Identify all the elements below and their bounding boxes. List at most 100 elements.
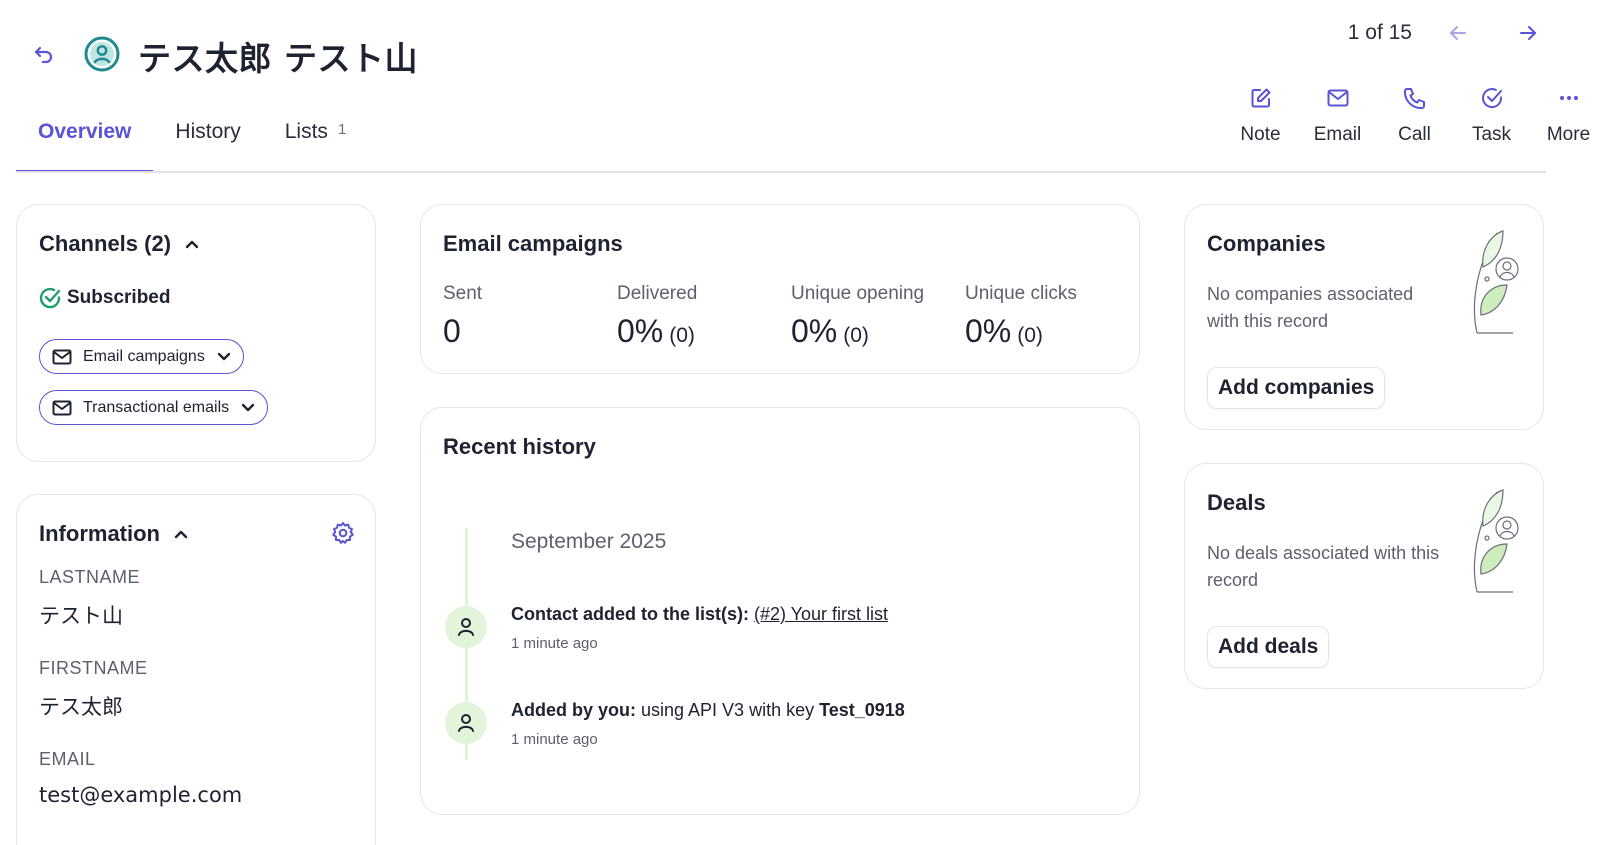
user-icon <box>458 618 474 636</box>
channels-title: Channels (2) <box>39 231 172 256</box>
stat-unique-clicks-value: 0% (0) <box>965 313 1135 350</box>
more-action-label: More <box>1546 124 1591 145</box>
more-action-button[interactable]: More <box>1530 84 1600 146</box>
channel-transactional-emails-dropdown[interactable]: Transactional emails <box>39 390 269 425</box>
field-label-firstname: FIRSTNAME <box>39 658 148 678</box>
mail-icon <box>52 400 72 415</box>
timeline-event-text: Contact added to the list(s): (#2) Your … <box>511 604 888 625</box>
stat-unique-opening: Unique opening 0% (0) <box>791 283 961 350</box>
back-button[interactable] <box>30 40 58 68</box>
stat-unique-opening-label: Unique opening <box>791 283 925 304</box>
call-action-label: Call <box>1398 124 1431 145</box>
companies-card: Companies No companies associated with t… <box>1184 204 1544 430</box>
stat-delivered-count: (0) <box>669 324 695 347</box>
record-header: テス太郎 テスト山 1 of 15 Note Email Call Task M… <box>0 0 1600 176</box>
back-arrow-icon <box>34 46 53 64</box>
task-action-button[interactable]: Task <box>1453 84 1530 146</box>
recent-history-card: Recent history September 2025 Contact ad… <box>420 407 1140 815</box>
record-pager: 1 of 15 <box>1348 18 1548 48</box>
user-icon <box>458 714 474 732</box>
more-dots-icon <box>1558 84 1580 112</box>
task-check-icon <box>1481 84 1503 112</box>
tab-lists-label: Lists <box>284 120 328 143</box>
chevron-up-icon <box>174 530 188 538</box>
check-circle-icon <box>39 287 61 309</box>
channels-card: Channels (2) Subscribed Email campaigns … <box>16 204 376 462</box>
subscription-status-label: Subscribed <box>67 287 171 308</box>
channel-email-campaigns-dropdown[interactable]: Email campaigns <box>39 339 244 374</box>
tab-overview[interactable]: Overview <box>16 108 154 173</box>
stat-sent-number: 0 <box>443 313 461 349</box>
stat-delivered: Delivered 0% (0) <box>617 283 787 350</box>
information-header[interactable]: Information <box>39 521 188 547</box>
phone-icon <box>1403 84 1426 112</box>
stat-sent-value: 0 <box>443 313 613 350</box>
channel-email-campaigns-label: Email campaigns <box>83 347 205 365</box>
contact-name: テス太郎 テスト山 <box>138 39 418 78</box>
task-action-label: Task <box>1471 124 1512 145</box>
arrow-right-icon <box>1520 26 1536 40</box>
email-action-label: Email <box>1313 124 1362 145</box>
stat-unique-clicks-count: (0) <box>1017 324 1043 347</box>
stat-sent: Sent 0 <box>443 283 613 350</box>
tab-lists-count: 1 <box>337 121 347 138</box>
leaf-illustration-icon <box>1473 230 1519 334</box>
field-value-email[interactable]: test@example.com <box>39 783 242 807</box>
event-list-prefix: Contact added to the list(s): <box>511 604 754 624</box>
recent-history-title: Recent history <box>443 434 596 459</box>
stat-unique-clicks: Unique clicks 0% (0) <box>965 283 1135 350</box>
event-added-prefix: Added by you: <box>511 700 636 720</box>
field-label-lastname: LASTNAME <box>39 567 141 587</box>
companies-empty-text: No companies associated with this record <box>1207 284 1414 331</box>
chevron-up-icon <box>185 240 199 248</box>
timeline-event-text: Added by you: using API V3 with key Test… <box>511 700 905 721</box>
stat-unique-clicks-number: 0% <box>965 313 1012 349</box>
chevron-down-icon <box>241 403 255 412</box>
event-list-link[interactable]: (#2) Your first list <box>754 604 888 624</box>
deals-title: Deals <box>1207 490 1266 515</box>
field-label-email: EMAIL <box>39 749 96 769</box>
information-title: Information <box>39 521 160 546</box>
quick-actions: Note Email Call Task More <box>1222 84 1600 146</box>
add-companies-button[interactable]: Add companies <box>1207 367 1386 409</box>
chevron-down-icon <box>217 352 231 361</box>
stat-sent-label: Sent <box>443 283 483 304</box>
timeline-event-time: 1 minute ago <box>511 635 598 652</box>
add-deals-button[interactable]: Add deals <box>1207 626 1330 668</box>
note-edit-icon <box>1250 84 1272 112</box>
email-campaigns-card: Email campaigns Sent 0 Delivered 0% (0) U… <box>420 204 1140 374</box>
stat-delivered-value: 0% (0) <box>617 313 787 350</box>
contact-avatar-icon <box>84 36 120 72</box>
field-value-lastname[interactable]: テスト山 <box>39 600 123 630</box>
tab-history-label: History <box>175 120 241 143</box>
tab-history[interactable]: History <box>153 108 262 172</box>
field-value-firstname[interactable]: テス太郎 <box>39 691 123 721</box>
call-action-button[interactable]: Call <box>1376 84 1453 146</box>
subscription-status: Subscribed <box>39 287 170 309</box>
stat-unique-opening-value: 0% (0) <box>791 313 961 350</box>
timeline-event-icon <box>445 702 487 744</box>
gear-icon <box>332 522 354 544</box>
record-tabs: Overview History Lists 1 <box>16 108 369 173</box>
tab-lists[interactable]: Lists 1 <box>263 108 369 172</box>
stat-unique-opening-number: 0% <box>791 313 838 349</box>
email-campaigns-title: Email campaigns <box>443 231 623 256</box>
information-settings-button[interactable] <box>331 521 355 550</box>
information-card: Information LASTNAME テスト山 FIRSTNAME テス太郎… <box>16 494 376 845</box>
timeline-event-icon <box>445 606 487 648</box>
note-action-button[interactable]: Note <box>1222 84 1299 146</box>
email-action-button[interactable]: Email <box>1299 84 1376 146</box>
timeline-month: September 2025 <box>511 530 667 553</box>
stat-unique-clicks-label: Unique clicks <box>965 283 1077 304</box>
mail-icon <box>1327 84 1349 112</box>
stat-delivered-label: Delivered <box>617 283 698 304</box>
event-added-middle: using API V3 with key <box>636 700 820 720</box>
next-record-button[interactable] <box>1508 18 1548 48</box>
previous-record-button[interactable] <box>1438 18 1478 48</box>
leaf-illustration-icon <box>1473 489 1519 593</box>
note-action-label: Note <box>1240 124 1281 145</box>
channels-header[interactable]: Channels (2) <box>39 231 199 257</box>
arrow-left-icon <box>1450 26 1466 40</box>
event-api-key: Test_0918 <box>819 700 905 720</box>
deals-card: Deals No deals associated with this reco… <box>1184 463 1544 689</box>
